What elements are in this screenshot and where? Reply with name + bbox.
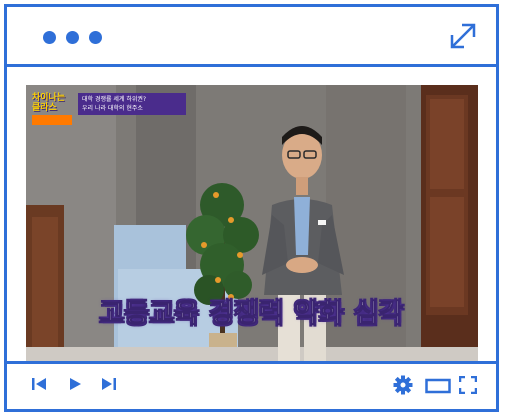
dot-icon[interactable]: [66, 31, 79, 44]
video-frame[interactable]: 차이나는 클라스 대학 경쟁률 세계 하위권? 우리 나라 대학의 현주소 고등…: [26, 85, 478, 364]
gear-icon[interactable]: [393, 375, 413, 395]
show-logo-subtitle: [32, 115, 72, 125]
title-bar: [7, 7, 496, 67]
video-player-window: 차이나는 클라스 대학 경쟁률 세계 하위권? 우리 나라 대학의 현주소 고등…: [4, 4, 499, 412]
theater-mode-icon[interactable]: [425, 378, 451, 394]
topic-line: 우리 나라 대학의 현주소: [82, 105, 143, 112]
video-caption: 고등교육 경쟁력 약화 심각: [99, 299, 405, 330]
show-logo-title: 차이나는 클라스: [32, 93, 66, 113]
expand-arrow-icon[interactable]: [448, 21, 478, 51]
skip-forward-icon[interactable]: [101, 376, 117, 392]
dot-icon[interactable]: [89, 31, 102, 44]
topic-banner: 대학 경쟁률 세계 하위권? 우리 나라 대학의 현주소: [78, 93, 186, 115]
skip-back-icon[interactable]: [31, 376, 47, 392]
topic-line: 대학 경쟁률 세계 하위권?: [82, 96, 147, 103]
dot-icon[interactable]: [43, 31, 56, 44]
fullscreen-icon[interactable]: [459, 376, 477, 394]
window-dots: [43, 31, 102, 44]
show-logo: 차이나는 클라스: [32, 93, 72, 129]
play-icon[interactable]: [67, 376, 83, 392]
player-controls: [7, 361, 496, 409]
